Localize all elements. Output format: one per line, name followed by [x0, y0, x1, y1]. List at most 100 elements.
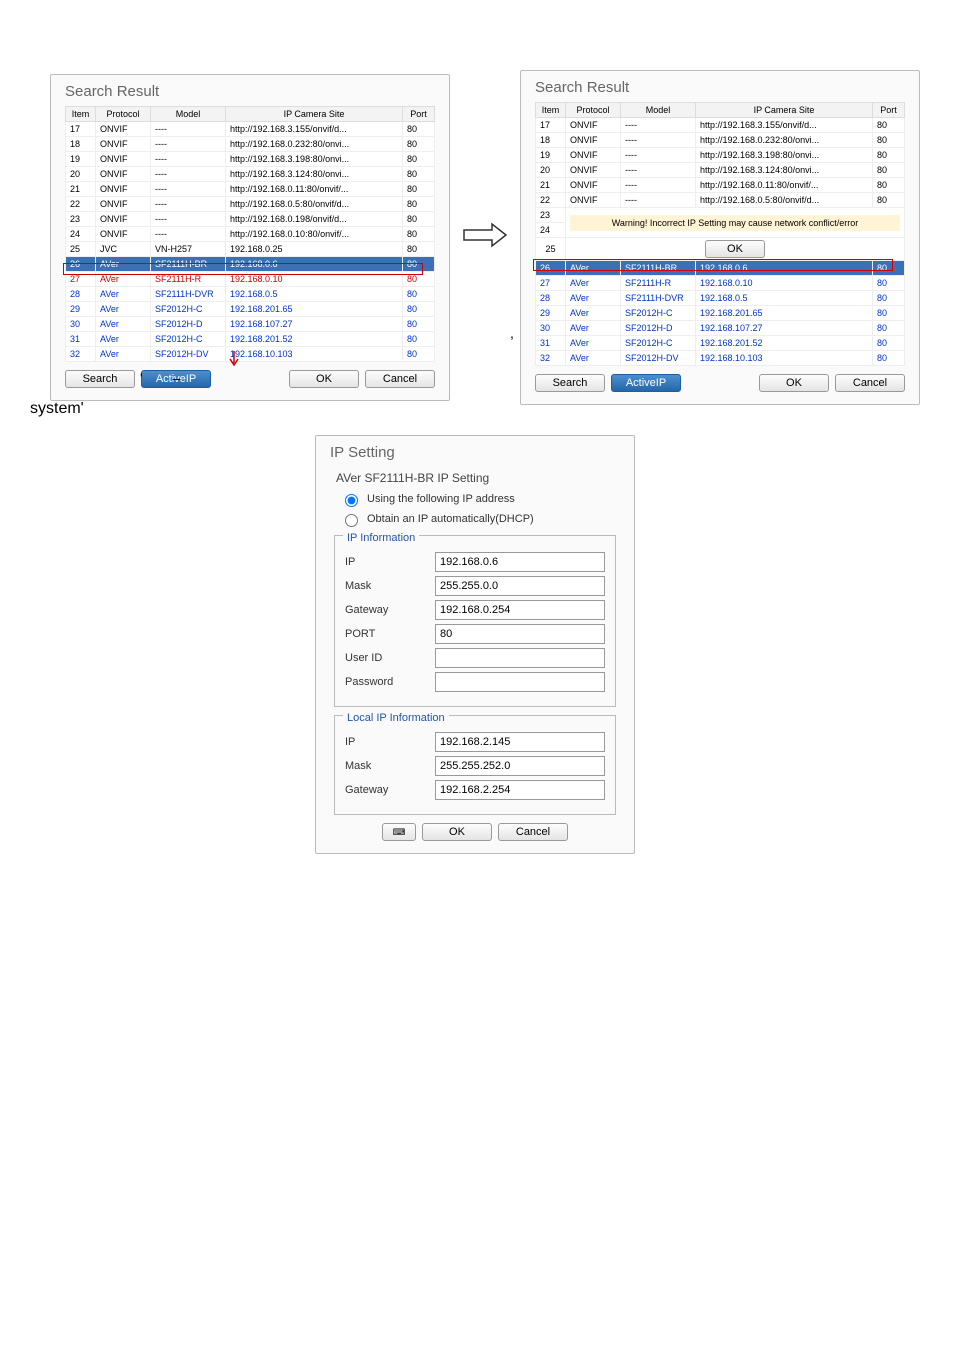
search-result-panel-left: Search Result Item Protocol Model IP Cam… [50, 74, 450, 401]
table-row[interactable]: 23 ONVIF ---- http://192.168.0.198/onvif… [66, 212, 435, 227]
table-row[interactable]: 17 ONVIF ---- http://192.168.3.155/onvif… [66, 122, 435, 137]
cell-port: 80 [403, 287, 435, 302]
radio-dhcp[interactable] [345, 514, 358, 527]
cell-item: 32 [66, 347, 96, 362]
cell-port: 80 [403, 272, 435, 287]
table-row[interactable]: 21 ONVIF ---- http://192.168.0.11:80/onv… [536, 178, 905, 193]
local-mask-field[interactable] [435, 756, 605, 776]
table-row[interactable]: 26 AVer SF2111H-BR 192.168.0.6 80 [536, 261, 905, 276]
cell-port: 80 [873, 276, 905, 291]
text-fragment-line: ' – [140, 370, 180, 386]
user-field[interactable] [435, 648, 605, 668]
cell-protocol: AVer [566, 306, 621, 321]
table-row[interactable]: 17 ONVIF ---- http://192.168.3.155/onvif… [536, 118, 905, 133]
cancel-button[interactable]: Cancel [835, 374, 905, 392]
cell-model: SF2111H-R [151, 272, 226, 287]
cell-model: ---- [151, 122, 226, 137]
cell-port: 80 [403, 182, 435, 197]
cell-port: 80 [403, 227, 435, 242]
cell-site: 192.168.10.103 [696, 351, 873, 366]
cell-item: 27 [66, 272, 96, 287]
cell-protocol: AVer [96, 272, 151, 287]
table-row[interactable]: 29 AVer SF2012H-C 192.168.201.65 80 [536, 306, 905, 321]
ok-button[interactable]: OK [289, 370, 359, 388]
cell-item: 17 [66, 122, 96, 137]
cell-item: 28 [536, 291, 566, 306]
table-row[interactable]: 18 ONVIF ---- http://192.168.0.232:80/on… [536, 133, 905, 148]
table-row[interactable]: 30 AVer SF2012H-D 192.168.107.27 80 [66, 317, 435, 332]
cell-protocol: AVer [96, 257, 151, 272]
cell-item: 22 [536, 193, 566, 208]
table-row[interactable]: 22 ONVIF ---- http://192.168.0.5:80/onvi… [536, 193, 905, 208]
port-field[interactable] [435, 624, 605, 644]
cell-site: 192.168.107.27 [226, 317, 403, 332]
col-protocol: Protocol [96, 107, 151, 122]
cell-site: 192.168.0.5 [696, 291, 873, 306]
cell-site: http://192.168.0.232:80/onvi... [226, 137, 403, 152]
cell-protocol: AVer [96, 317, 151, 332]
cell-site: http://192.168.0.5:80/onvif/d... [226, 197, 403, 212]
search-button[interactable]: Search [535, 374, 605, 392]
table-row[interactable]: 20 ONVIF ---- http://192.168.3.124:80/on… [66, 167, 435, 182]
cell-site: 192.168.0.6 [696, 261, 873, 276]
table-row[interactable]: 27 AVer SF2111H-R 192.168.0.10 80 [66, 272, 435, 287]
cell-port: 80 [873, 178, 905, 193]
local-gw-field[interactable] [435, 780, 605, 800]
cell-model: SF2012H-C [151, 332, 226, 347]
ok-button[interactable]: OK [422, 823, 492, 841]
ok-button[interactable]: OK [759, 374, 829, 392]
radio-static-label: Using the following IP address [367, 493, 515, 505]
table-row[interactable]: 22 ONVIF ---- http://192.168.0.5:80/onvi… [66, 197, 435, 212]
cancel-button[interactable]: Cancel [365, 370, 435, 388]
pass-field[interactable] [435, 672, 605, 692]
col-port: Port [873, 103, 905, 118]
cancel-button[interactable]: Cancel [498, 823, 568, 841]
cell-item: 30 [66, 317, 96, 332]
table-row[interactable]: 24 ONVIF ---- http://192.168.0.10:80/onv… [66, 227, 435, 242]
active-ip-button[interactable]: ActiveIP [611, 374, 681, 392]
cell-site: http://192.168.3.198:80/onvi... [696, 148, 873, 163]
local-ip-field[interactable] [435, 732, 605, 752]
port-label: PORT [345, 628, 435, 640]
table-row[interactable]: 29 AVer SF2012H-C 192.168.201.65 80 [66, 302, 435, 317]
table-row[interactable]: 19 ONVIF ---- http://192.168.3.198:80/on… [66, 152, 435, 167]
ip-field[interactable] [435, 552, 605, 572]
table-row[interactable]: 31 AVer SF2012H-C 192.168.201.52 80 [536, 336, 905, 351]
cell-site: 192.168.0.10 [696, 276, 873, 291]
cell-port: 80 [873, 261, 905, 276]
cell-item: 19 [536, 148, 566, 163]
mask-field[interactable] [435, 576, 605, 596]
radio-static[interactable] [345, 494, 358, 507]
keyboard-icon[interactable]: ⌨ [382, 823, 416, 841]
table-row[interactable]: 32 AVer SF2012H-DV 192.168.10.103 80 [66, 347, 435, 362]
cell-port: 80 [403, 137, 435, 152]
table-row[interactable]: 19 ONVIF ---- http://192.168.3.198:80/on… [536, 148, 905, 163]
cell-protocol: JVC [96, 242, 151, 257]
table-row[interactable]: 32 AVer SF2012H-DV 192.168.10.103 80 [536, 351, 905, 366]
cell-item: 31 [536, 336, 566, 351]
fieldset-title: IP Information [343, 532, 419, 544]
ip-setting-panel: IP Setting AVer SF2111H-BR IP Setting Us… [315, 435, 635, 854]
table-row[interactable]: 26 AVer SF2111H-BR 192.168.0.6 80 [66, 257, 435, 272]
cell-item: 26 [66, 257, 96, 272]
warning-ok-button[interactable]: OK [705, 240, 765, 258]
local-ip-group: Local IP Information IP Mask Gateway [334, 715, 616, 815]
table-row[interactable]: 28 AVer SF2111H-DVR 192.168.0.5 80 [66, 287, 435, 302]
table-row[interactable]: 31 AVer SF2012H-C 192.168.201.52 80 [66, 332, 435, 347]
cell-model: SF2012H-C [621, 336, 696, 351]
table-row[interactable]: 30 AVer SF2012H-D 192.168.107.27 80 [536, 321, 905, 336]
table-row[interactable]: 20 ONVIF ---- http://192.168.3.124:80/on… [536, 163, 905, 178]
search-button[interactable]: Search [65, 370, 135, 388]
table-row[interactable]: 18 ONVIF ---- http://192.168.0.232:80/on… [66, 137, 435, 152]
cell-protocol: ONVIF [566, 118, 621, 133]
cell-port: 80 [403, 347, 435, 362]
table-row[interactable]: 21 ONVIF ---- http://192.168.0.11:80/onv… [66, 182, 435, 197]
cell-site: http://192.168.0.5:80/onvif/d... [696, 193, 873, 208]
table-row[interactable]: 27 AVer SF2111H-R 192.168.0.10 80 [536, 276, 905, 291]
cell-port: 80 [873, 193, 905, 208]
cell-protocol: ONVIF [566, 148, 621, 163]
table-row[interactable]: 28 AVer SF2111H-DVR 192.168.0.5 80 [536, 291, 905, 306]
gateway-field[interactable] [435, 600, 605, 620]
table-row[interactable]: 25 JVC VN-H257 192.168.0.25 80 [66, 242, 435, 257]
cell-protocol: ONVIF [96, 182, 151, 197]
